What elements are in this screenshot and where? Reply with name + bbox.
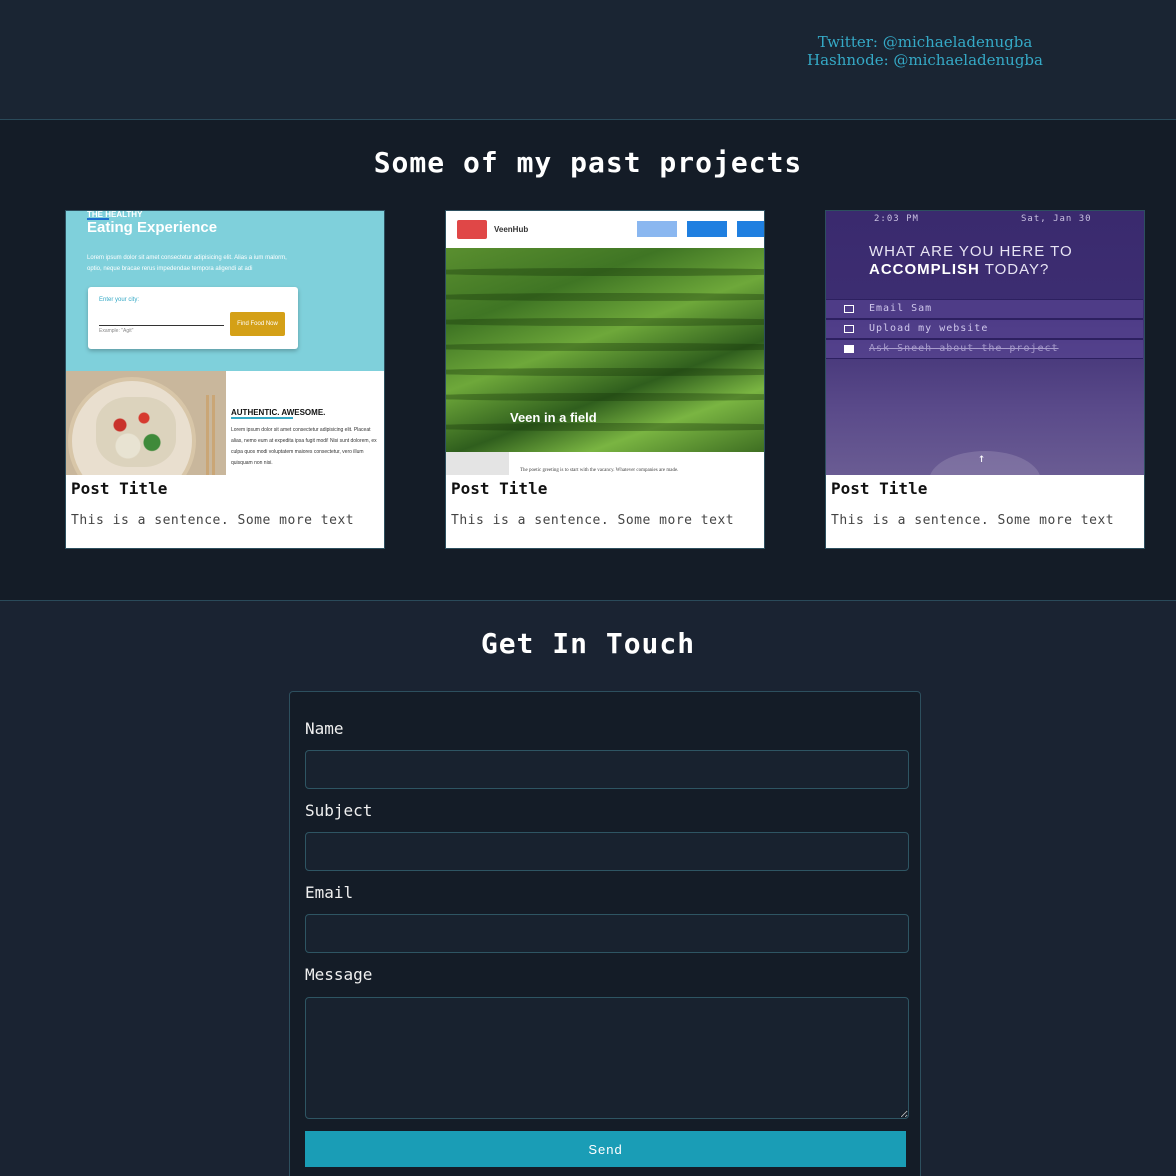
terrace-line — [446, 268, 764, 276]
email-input[interactable] — [305, 914, 909, 953]
preview-navbar: VeenHub — [446, 211, 764, 248]
projects-title: Some of my past projects — [373, 146, 803, 179]
chopstick-shape — [212, 395, 215, 475]
send-button[interactable]: Send — [305, 1131, 906, 1167]
preview-heading: Eating Experience — [87, 219, 218, 236]
preview-question-rest: TODAY? — [979, 261, 1050, 278]
project-card[interactable]: 2:03 PM Sat, Jan 30 WHAT ARE YOU HERE TO… — [825, 210, 1145, 549]
preview-task-label: Ask Sneeh about the project — [869, 343, 1059, 354]
subject-label: Subject — [305, 801, 373, 820]
terrace-line — [446, 423, 764, 431]
email-label: Email — [305, 883, 354, 902]
terrace-line — [446, 368, 764, 376]
preview-question: WHAT ARE YOU HERE TO — [869, 243, 1073, 260]
preview-time: 2:03 PM — [874, 214, 919, 224]
preview-brand: VeenHub — [494, 225, 529, 234]
post-text: This is a sentence. Some more text — [831, 513, 1115, 528]
terrace-line — [446, 343, 764, 351]
project-card[interactable]: THE HEALTHY Eating Experience Lorem ipsu… — [65, 210, 385, 549]
terrace-line — [446, 318, 764, 326]
project-thumbnail: VeenHub Veen in a field The poetic greet… — [446, 211, 764, 475]
preview-section-text: Lorem ipsum dolor sit amet consectetur a… — [231, 427, 377, 466]
preview-nav-button — [737, 221, 764, 237]
preview-hero: THE HEALTHY Eating Experience Lorem ipsu… — [66, 211, 384, 371]
preview-nav-button — [687, 221, 727, 237]
social-links: Twitter: @michaeladenugba Hashnode: @mic… — [780, 33, 1070, 69]
preview-section-heading: AUTHENTIC. AWESOME. — [231, 408, 326, 417]
checkbox-icon — [844, 305, 854, 313]
header-bar: Twitter: @michaeladenugba Hashnode: @mic… — [0, 0, 1176, 120]
preview-task-label: Upload my website — [869, 323, 989, 334]
post-text: This is a sentence. Some more text — [71, 513, 355, 528]
contact-title: Get In Touch — [480, 627, 696, 660]
food-shape — [96, 397, 176, 467]
preview-footer-text: The poetic greeting is to start with the… — [520, 468, 679, 473]
arrow-up-icon: ↑ — [978, 451, 986, 465]
preview-city-line — [99, 325, 224, 326]
preview-food-image — [66, 371, 226, 475]
preview-section: AUTHENTIC. AWESOME. Lorem ipsum dolor si… — [226, 371, 384, 475]
checkbox-checked-icon — [844, 345, 854, 353]
chopstick-shape — [206, 395, 209, 475]
contact-form: Name Subject Email Message Send — [289, 691, 921, 1176]
preview-todo-app: 2:03 PM Sat, Jan 30 WHAT ARE YOU HERE TO… — [826, 211, 1144, 475]
preview-task: Ask Sneeh about the project — [826, 339, 1143, 359]
hashnode-link[interactable]: Hashnode: @michaeladenugba — [780, 51, 1070, 69]
post-text: This is a sentence. Some more text — [451, 513, 735, 528]
preview-footer: The poetic greeting is to start with the… — [446, 452, 764, 475]
preview-task-label: Email Sam — [869, 303, 933, 314]
name-label: Name — [305, 719, 344, 738]
preview-task: Upload my website — [826, 319, 1143, 339]
preview-find-food-button: Find Food Now — [230, 312, 285, 336]
preview-question-line2: ACCOMPLISH TODAY? — [869, 261, 1049, 278]
preview-caption: Veen in a field — [510, 410, 597, 425]
projects-section: Some of my past projects THE HEALTHY Eat… — [0, 120, 1176, 601]
preview-question-bold: ACCOMPLISH — [869, 261, 980, 278]
checkbox-icon — [844, 325, 854, 333]
preview-city-label: Enter your city: — [99, 297, 140, 303]
terrace-line — [446, 393, 764, 401]
post-title: Post Title — [451, 479, 548, 498]
project-thumbnail: THE HEALTHY Eating Experience Lorem ipsu… — [66, 211, 384, 475]
preview-grey-block — [446, 452, 509, 475]
preview-logo — [457, 220, 487, 239]
preview-nav-button — [637, 221, 677, 237]
name-input[interactable] — [305, 750, 909, 789]
terrace-line — [446, 293, 764, 301]
preview-task: Email Sam — [826, 299, 1143, 319]
subject-input[interactable] — [305, 832, 909, 871]
preview-date: Sat, Jan 30 — [1021, 214, 1092, 224]
project-card[interactable]: VeenHub Veen in a field The poetic greet… — [445, 210, 765, 549]
preview-city-example: Example: "Agit" — [99, 328, 134, 334]
message-textarea[interactable] — [305, 997, 909, 1119]
post-title: Post Title — [831, 479, 928, 498]
message-label: Message — [305, 965, 373, 984]
preview-city-form: Enter your city: Example: "Agit" Find Fo… — [88, 287, 298, 349]
preview-field-image: Veen in a field — [446, 248, 764, 452]
project-thumbnail: 2:03 PM Sat, Jan 30 WHAT ARE YOU HERE TO… — [826, 211, 1144, 475]
twitter-link[interactable]: Twitter: @michaeladenugba — [780, 33, 1070, 51]
preview-text: Lorem ipsum dolor sit amet consectetur a… — [87, 255, 287, 272]
preview-section-underline — [231, 417, 293, 419]
post-title: Post Title — [71, 479, 168, 498]
